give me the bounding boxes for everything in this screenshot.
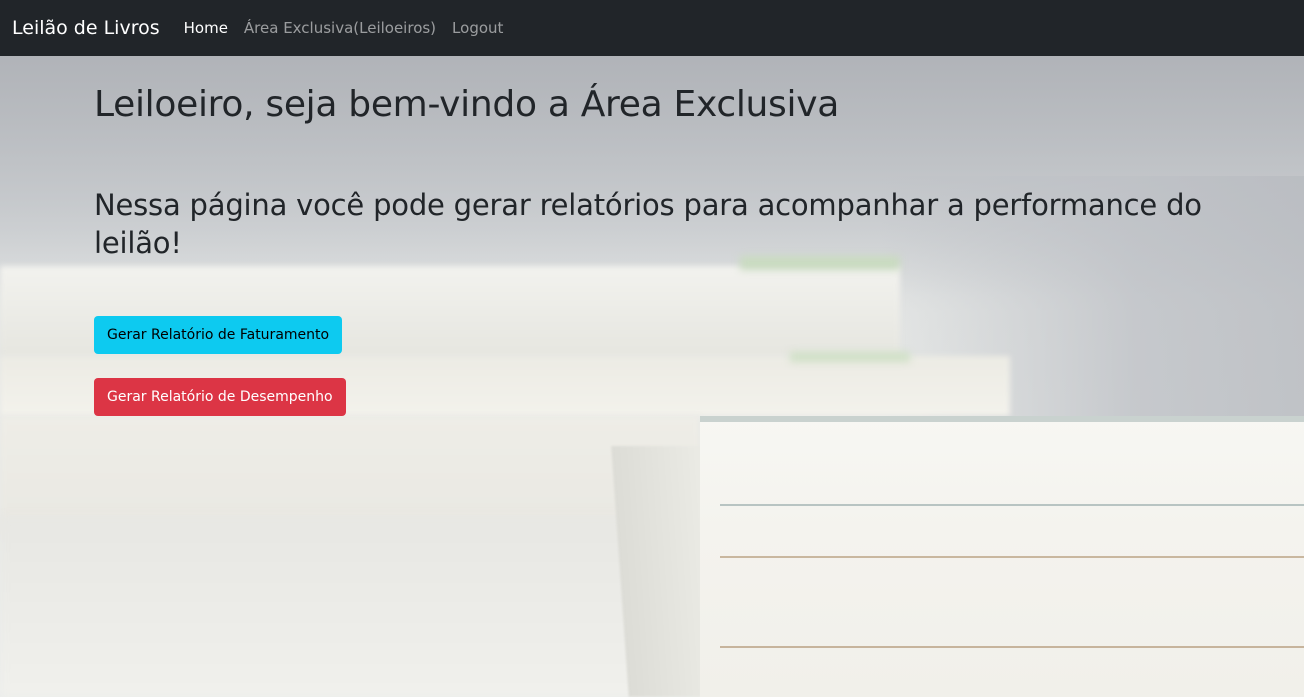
background-book-accent-2 — [790, 352, 910, 362]
brand-link[interactable]: Leilão de Livros — [12, 17, 160, 39]
nav-link-exclusive-area[interactable]: Área Exclusiva(Leiloeiros) — [244, 19, 436, 37]
background-page-line — [720, 556, 1304, 558]
nav-link-logout[interactable]: Logout — [452, 19, 503, 37]
background-book-4 — [0, 516, 640, 697]
nav-link-home[interactable]: Home — [184, 19, 228, 37]
billing-report-button[interactable]: Gerar Relatório de Faturamento — [94, 316, 342, 354]
performance-report-button[interactable]: Gerar Relatório de Desempenho — [94, 378, 346, 416]
nav-links: Home Área Exclusiva(Leiloeiros) Logout — [184, 19, 520, 37]
background-page-line — [720, 646, 1304, 648]
page-title: Leiloeiro, seja bem-vindo a Área Exclusi… — [94, 84, 839, 125]
background-page-line — [720, 504, 1304, 506]
background-book-edge — [700, 416, 1304, 422]
navbar: Leilão de Livros Home Área Exclusiva(Lei… — [0, 0, 1304, 56]
page-subtitle: Nessa página você pode gerar relatórios … — [94, 188, 1202, 260]
hero-background — [0, 56, 1304, 697]
